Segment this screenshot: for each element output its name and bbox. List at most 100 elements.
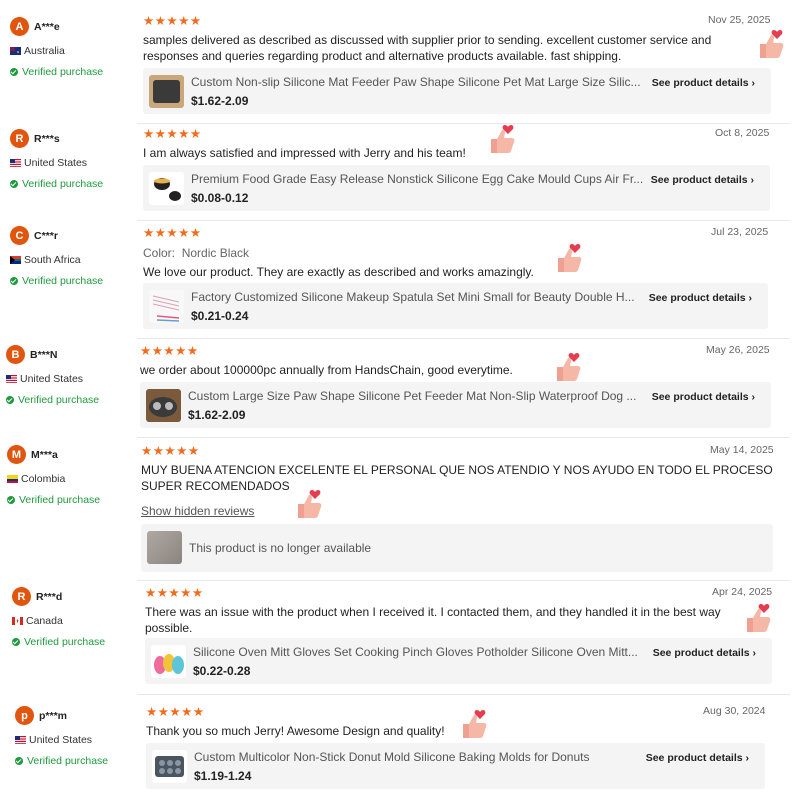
south-africa-flag-icon <box>10 256 21 264</box>
divider <box>137 580 790 581</box>
review-date: Aug 30, 2024 <box>703 705 766 717</box>
reviewer-info: R R***s United States Verified purchase <box>10 129 130 190</box>
review-date: Jul 23, 2025 <box>711 226 769 238</box>
thumbs-up-heart-icon <box>557 353 581 381</box>
verified-badge: Verified purchase <box>6 394 126 406</box>
review-body: ★★★★★ Thank you so much Jerry! Awesome D… <box>146 705 766 740</box>
product-card[interactable]: Custom Non-slip Silicone Mat Feeder Paw … <box>143 68 771 114</box>
country-label: Canada <box>26 615 63 627</box>
product-price: $1.62-2.09 <box>188 408 246 422</box>
reviewer-country: Colombia <box>7 473 127 485</box>
chevron-right-icon: › <box>745 752 750 764</box>
reviewer-info: A A***e Australia Verified purchase <box>10 17 130 78</box>
review-body: ★★★★★ I am always satisfied and impresse… <box>143 127 773 162</box>
see-product-details-link[interactable]: See product details › <box>651 174 754 186</box>
divider <box>137 694 790 695</box>
chevron-right-icon: › <box>750 174 755 186</box>
product-price: $0.21-0.24 <box>191 309 249 323</box>
thumbs-up-heart-icon <box>491 125 515 153</box>
product-title[interactable]: Custom Multicolor Non-Stick Donut Mold S… <box>194 750 639 764</box>
product-card[interactable]: Custom Multicolor Non-Stick Donut Mold S… <box>146 743 765 789</box>
us-flag-icon <box>6 375 17 383</box>
check-icon <box>10 68 18 76</box>
country-label: Colombia <box>21 473 66 485</box>
product-card[interactable]: Premium Food Grade Easy Release Nonstick… <box>143 165 770 211</box>
review-text: MUY BUENA ATENCION EXCELENTE EL PERSONAL… <box>141 463 773 493</box>
chevron-right-icon: › <box>752 647 757 659</box>
avatar: M <box>7 445 26 464</box>
review-text: Thank you so much Jerry! Awesome Design … <box>146 724 445 738</box>
product-title[interactable]: Custom Non-slip Silicone Mat Feeder Paw … <box>191 75 646 89</box>
product-price: $0.08-0.12 <box>191 191 249 205</box>
product-title[interactable]: Silicone Oven Mitt Gloves Set Cooking Pi… <box>193 645 648 659</box>
divider <box>137 437 790 438</box>
show-hidden-reviews-link[interactable]: Show hidden reviews <box>141 504 254 518</box>
review-body: ★★★★★ we order about 100000pc annually f… <box>140 344 770 379</box>
product-card[interactable]: Factory Customized Silicone Makeup Spatu… <box>143 283 768 329</box>
reviewer-country: Australia <box>10 45 130 57</box>
verified-label: Verified purchase <box>22 66 104 78</box>
reviewer-country: United States <box>15 734 135 746</box>
verified-badge: Verified purchase <box>10 275 130 287</box>
star-rating: ★★★★★ <box>143 14 202 28</box>
unavailable-message: This product is no longer available <box>189 541 372 555</box>
verified-badge: Verified purchase <box>15 755 135 767</box>
reviewer-info: C C***r South Africa Verified purchase <box>10 226 130 287</box>
reviewer-info: p p***m United States Verified purchase <box>15 706 135 767</box>
product-card[interactable]: Custom Large Size Paw Shape Silicone Pet… <box>140 382 771 428</box>
thumbs-up-heart-icon <box>747 604 771 632</box>
reviewer-name: R***d <box>36 590 63 603</box>
see-product-details-link[interactable]: See product details › <box>646 752 749 764</box>
see-product-details-link[interactable]: See product details › <box>653 647 756 659</box>
chevron-right-icon: › <box>751 77 756 89</box>
review-text: There was an issue with the product when… <box>145 605 721 635</box>
product-thumbnail <box>149 75 184 108</box>
review-date: May 26, 2025 <box>706 344 770 356</box>
product-price: $1.62-2.09 <box>191 94 249 108</box>
reviewer-name: C***r <box>34 229 58 242</box>
avatar: C <box>10 226 29 245</box>
review-date: Oct 8, 2025 <box>715 127 770 139</box>
avatar: p <box>15 706 34 725</box>
check-icon <box>12 638 20 646</box>
see-product-details-link[interactable]: See product details › <box>649 292 752 304</box>
reviewer-name: B***N <box>30 348 58 361</box>
reviewer-country: South Africa <box>10 254 130 266</box>
review-text: samples delivered as described as discus… <box>143 33 712 63</box>
review-body: ★★★★★ Color: Nordic Black We love our pr… <box>143 226 773 281</box>
reviewer-country: United States <box>10 157 130 169</box>
see-product-details-link[interactable]: See product details › <box>652 77 755 89</box>
verified-badge: Verified purchase <box>10 178 130 190</box>
see-product-details-link[interactable]: See product details › <box>652 391 755 403</box>
country-label: Australia <box>24 45 65 57</box>
review-date: May 14, 2025 <box>710 444 774 456</box>
review-body: ★★★★★ MUY BUENA ATENCION EXCELENTE EL PE… <box>141 444 781 520</box>
divider <box>137 123 790 124</box>
unavailable-product-card: This product is no longer available <box>141 524 773 572</box>
product-title[interactable]: Custom Large Size Paw Shape Silicone Pet… <box>188 389 643 403</box>
reviewer-country: United States <box>6 373 126 385</box>
us-flag-icon <box>10 159 21 167</box>
avatar: R <box>12 587 31 606</box>
color-variant: Color: Nordic Black <box>143 246 250 260</box>
star-rating: ★★★★★ <box>140 344 199 358</box>
product-title[interactable]: Premium Food Grade Easy Release Nonstick… <box>191 172 646 186</box>
avatar: R <box>10 129 29 148</box>
verified-label: Verified purchase <box>27 755 109 767</box>
verified-label: Verified purchase <box>22 275 104 287</box>
us-flag-icon <box>15 736 26 744</box>
review-date: Apr 24, 2025 <box>712 586 773 598</box>
star-rating: ★★★★★ <box>141 444 200 458</box>
star-rating: ★★★★★ <box>143 226 202 240</box>
product-thumbnail <box>146 389 181 422</box>
product-card[interactable]: Silicone Oven Mitt Gloves Set Cooking Pi… <box>145 638 772 684</box>
colombia-flag-icon <box>7 475 18 483</box>
thumbs-up-heart-icon <box>558 244 582 272</box>
product-price: $1.19-1.24 <box>194 769 252 783</box>
divider <box>137 338 790 339</box>
thumbs-up-heart-icon <box>463 710 487 738</box>
product-title[interactable]: Factory Customized Silicone Makeup Spatu… <box>191 290 646 304</box>
check-icon <box>15 757 23 765</box>
review-text: We love our product. They are exactly as… <box>143 265 534 279</box>
check-icon <box>6 396 14 404</box>
